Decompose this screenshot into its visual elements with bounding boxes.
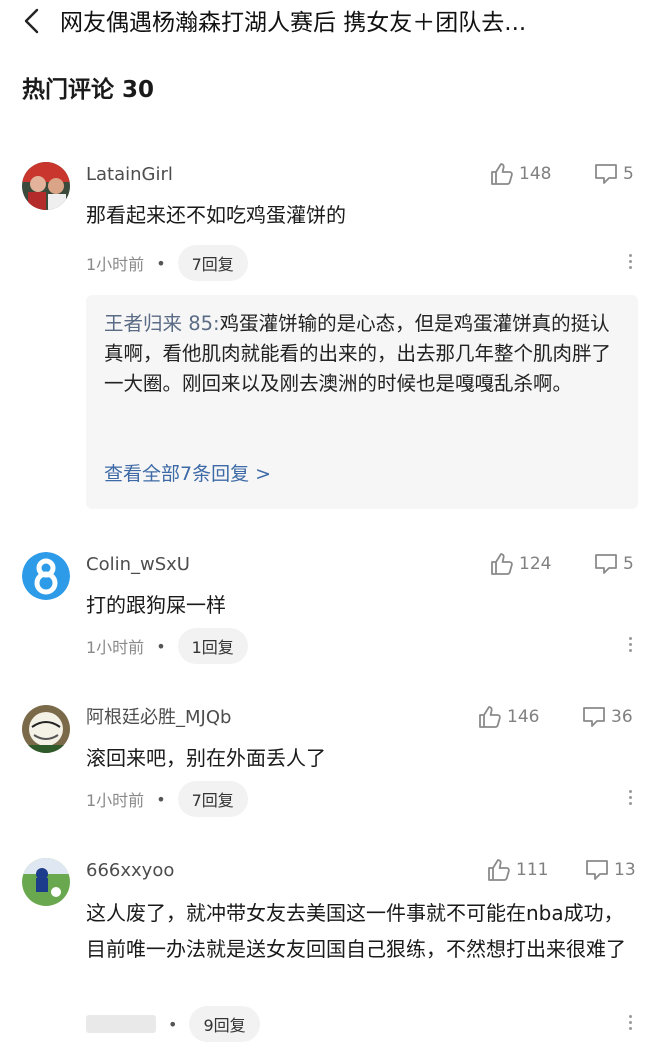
comment-username[interactable]: LatainGirl <box>86 163 173 187</box>
top-bar: 网友偶遇杨瀚森打湖人赛后 携女友＋团队去... <box>0 0 660 46</box>
avatar[interactable] <box>22 552 70 600</box>
reply-button[interactable]: 5 <box>593 551 634 577</box>
like-button[interactable]: 111 <box>486 857 548 883</box>
more-options-button[interactable] <box>618 251 642 275</box>
thumbs-up-icon <box>491 163 513 185</box>
comment-meta: 1小时前 • 7回复 <box>86 245 248 281</box>
thumbs-up-icon <box>491 553 513 575</box>
comment-username[interactable]: 666xxyoo <box>86 859 174 883</box>
comment-time: 1小时前 <box>86 791 145 810</box>
comment-text: 滚回来吧，别在外面丢人了 <box>86 746 326 770</box>
avatar[interactable] <box>22 705 70 753</box>
reply-count-pill[interactable]: 7回复 <box>177 781 248 817</box>
like-button[interactable]: 148 <box>489 161 551 187</box>
section-title: 热门评论 30 <box>22 77 155 103</box>
reply-button[interactable]: 5 <box>593 161 634 187</box>
reply-count-pill[interactable]: 9回复 <box>189 1006 260 1042</box>
meta-dot: • <box>156 789 166 809</box>
comment-text: 那看起来还不如吃鸡蛋灌饼的 <box>86 203 346 227</box>
sub-reply-username[interactable]: 王者归来 85: <box>104 312 220 335</box>
comment-text: 打的跟狗屎一样 <box>86 593 226 617</box>
more-options-button[interactable] <box>618 634 642 658</box>
reply-bubble-icon <box>595 164 617 184</box>
reply-bubble-icon <box>583 707 605 727</box>
comment-username[interactable]: 阿根廷必胜_MJQb <box>86 706 231 730</box>
sub-reply-box[interactable]: 王者归来 85:鸡蛋灌饼输的是心态，但是鸡蛋灌饼真的挺认真啊，看他肌肉就能看的出… <box>86 295 638 509</box>
meta-dot: • <box>156 253 166 273</box>
avatar[interactable] <box>22 162 70 210</box>
comment-meta: 1小时前 • 7回复 <box>86 781 248 817</box>
more-options-button[interactable] <box>618 787 642 811</box>
comment-time-blurred <box>86 1015 156 1033</box>
comment-username[interactable]: Colin_wSxU <box>86 553 190 577</box>
reply-button[interactable]: 13 <box>584 857 636 883</box>
reply-bubble-icon <box>586 860 608 880</box>
comment-time: 1小时前 <box>86 638 145 657</box>
reply-count: 5 <box>623 554 634 574</box>
thumbs-up-icon <box>488 859 510 881</box>
reply-count-pill[interactable]: 1回复 <box>177 628 248 664</box>
chevron-left-icon <box>24 8 39 34</box>
thumbs-up-icon <box>479 706 501 728</box>
comment-meta: 1小时前 • 1回复 <box>86 628 248 664</box>
comment-text: 这人废了，就冲带女友去美国这一件事就不可能在nba成功，目前唯一办法就是送女友回… <box>86 901 626 961</box>
reply-button[interactable]: 36 <box>581 704 633 730</box>
sub-reply: 王者归来 85:鸡蛋灌饼输的是心态，但是鸡蛋灌饼真的挺认真啊，看他肌肉就能看的出… <box>104 309 624 399</box>
like-button[interactable]: 124 <box>489 551 551 577</box>
meta-dot: • <box>156 636 166 656</box>
comment-time: 1小时前 <box>86 255 145 274</box>
avatar[interactable] <box>22 858 70 906</box>
more-options-button[interactable] <box>618 1012 642 1036</box>
reply-count: 5 <box>623 164 634 184</box>
like-count: 124 <box>519 554 552 574</box>
reply-count-pill[interactable]: 7回复 <box>177 245 248 281</box>
meta-dot: • <box>168 1014 178 1034</box>
like-count: 148 <box>519 164 552 184</box>
like-count: 111 <box>516 860 549 880</box>
reply-count: 13 <box>614 860 636 880</box>
article-title: 网友偶遇杨瀚森打湖人赛后 携女友＋团队去... <box>60 10 527 36</box>
back-button[interactable] <box>18 6 48 36</box>
like-count: 146 <box>507 707 540 727</box>
reply-bubble-icon <box>595 554 617 574</box>
reply-count: 36 <box>611 707 633 727</box>
comment-meta: • 9回复 <box>86 1006 260 1042</box>
view-all-replies-link[interactable]: 查看全部7条回复 > <box>104 459 271 486</box>
like-button[interactable]: 146 <box>477 704 539 730</box>
